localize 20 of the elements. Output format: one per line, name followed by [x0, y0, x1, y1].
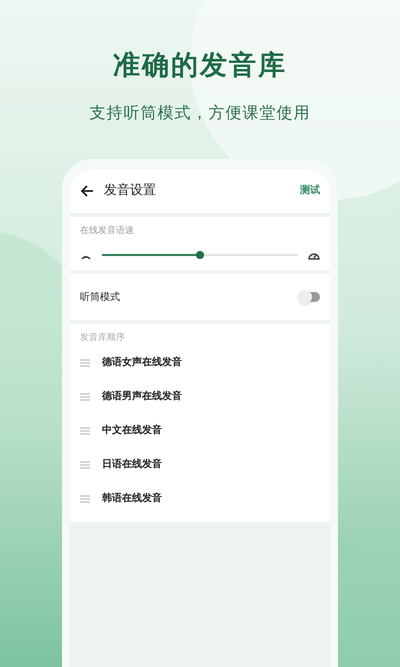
drag-handle-icon[interactable]: [80, 358, 90, 366]
library-item: 日语在线发音: [102, 457, 162, 472]
library-item: 中文在线发音: [102, 423, 162, 438]
earpiece-label: 听筒模式: [80, 290, 120, 304]
earpiece-toggle[interactable]: [300, 292, 320, 302]
back-arrow-icon[interactable]: [80, 184, 94, 198]
drag-handle-icon[interactable]: [80, 426, 90, 434]
speed-thumb[interactable]: [196, 251, 204, 259]
subheadline: 支持听筒模式，方便课堂使用: [90, 102, 310, 124]
headline: 准确的发音库: [113, 49, 287, 83]
drag-handle-icon[interactable]: [80, 392, 90, 400]
drag-handle-icon[interactable]: [80, 460, 90, 468]
library-item: 德语女声在线发音: [102, 355, 182, 370]
test-button[interactable]: 测试: [300, 183, 320, 198]
drag-handle-icon[interactable]: [80, 494, 90, 502]
screen-title: 发音设置: [104, 182, 156, 200]
speed-label: 在线发音语速: [80, 224, 135, 238]
library-label: 发音库顺序: [80, 332, 126, 345]
library-item: 韩语在线发音: [102, 491, 162, 506]
library-item: 德语男声在线发音: [102, 389, 182, 404]
